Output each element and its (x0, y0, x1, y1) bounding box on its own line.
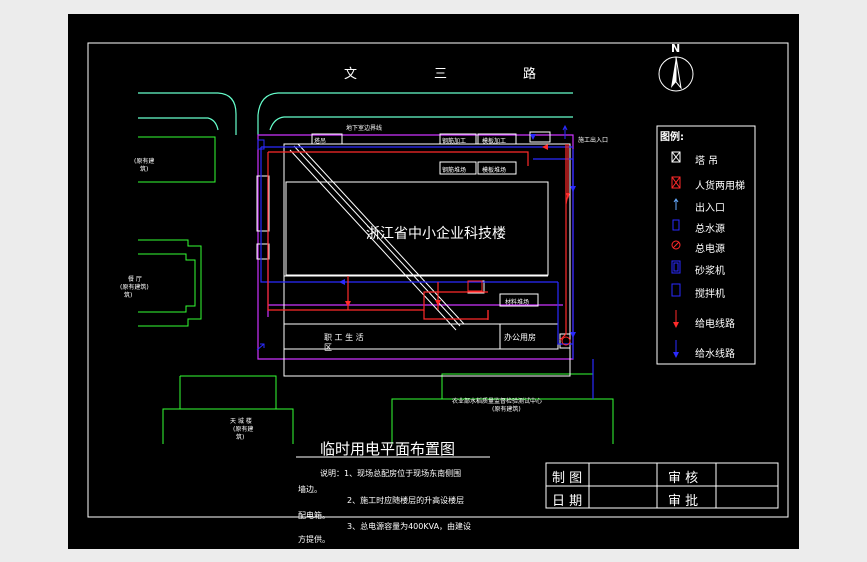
shops-label-2: 筑) (140, 166, 149, 173)
basement-line-label: 地下室边界线 (346, 125, 383, 132)
legend-item-hoist: 人货两用梯 (695, 181, 745, 192)
note-line-5: 3、总电源容量为400KVA，由建设 (347, 522, 472, 531)
legend-title: 图例: (660, 132, 684, 143)
title-block-date: 日 期 (552, 494, 583, 509)
hall-sub-label-2: 筑) (124, 292, 133, 299)
note-line-4: 配电箱。 (298, 511, 330, 520)
title-block-review: 审 核 (668, 471, 699, 486)
note-line-1: 说明：1、现场总配房位于现场东南侧围 (320, 469, 462, 478)
formwork-yard-label: 模板堆场 (482, 167, 507, 174)
note-line-6: 方提供。 (298, 535, 330, 544)
road-char-3: 路 (523, 67, 537, 82)
tower-label: 塔吊 (314, 138, 327, 145)
legend-item-tower-crane: 塔 吊 (695, 156, 719, 167)
steel-yard-label: 钢筋堆场 (442, 167, 467, 174)
plan-title: 临时用电平面布置图 (320, 440, 456, 458)
south-building-sub-2: 筑) (236, 434, 245, 441)
legend-item-concrete-mixer: 搅拌机 (695, 289, 725, 300)
drawing-sheet: 文 三 路 N 浙江省中小企业科技楼 地下室边界线 (原有建 筑) 餐 厅 (原… (68, 14, 799, 549)
site-fence (257, 134, 574, 360)
workers-row-label-2: 区 (324, 343, 332, 352)
office-label: 办公用房 (504, 333, 536, 342)
north-label: N (671, 42, 681, 55)
title-block-approve: 审 批 (668, 494, 699, 509)
material-label: 材料堆场 (505, 299, 530, 306)
title-block-draw: 制 图 (552, 471, 583, 486)
building-name: 浙江省中小企业科技楼 (366, 226, 506, 242)
legend-item-power-line: 给电线路 (695, 319, 735, 330)
school-sub-label: (原有建筑) (492, 406, 521, 413)
north-arrow-icon (658, 56, 694, 92)
legend-item-water-source: 总水源 (695, 224, 725, 235)
site-entrance-icon (562, 124, 568, 139)
legend-item-water-line: 给水线路 (695, 349, 735, 360)
legend-item-power-source: 总电源 (695, 244, 725, 255)
gate-label: 施工出入口 (578, 137, 609, 144)
steel-label: 钢筋加工 (442, 138, 467, 145)
note-line-3: 2、施工时应随楼层的升高设楼层 (347, 496, 465, 505)
legend-item-mortar-mixer: 砂浆机 (695, 266, 725, 277)
legend-symbols (671, 151, 681, 358)
formwork-label: 模板加工 (482, 138, 507, 145)
water-lines (260, 146, 594, 399)
road-char-1: 文 (344, 67, 358, 82)
legend-item-entrance: 出入口 (695, 203, 725, 214)
road-char-2: 三 (434, 67, 448, 82)
note-line-2: 墙边。 (298, 485, 322, 494)
